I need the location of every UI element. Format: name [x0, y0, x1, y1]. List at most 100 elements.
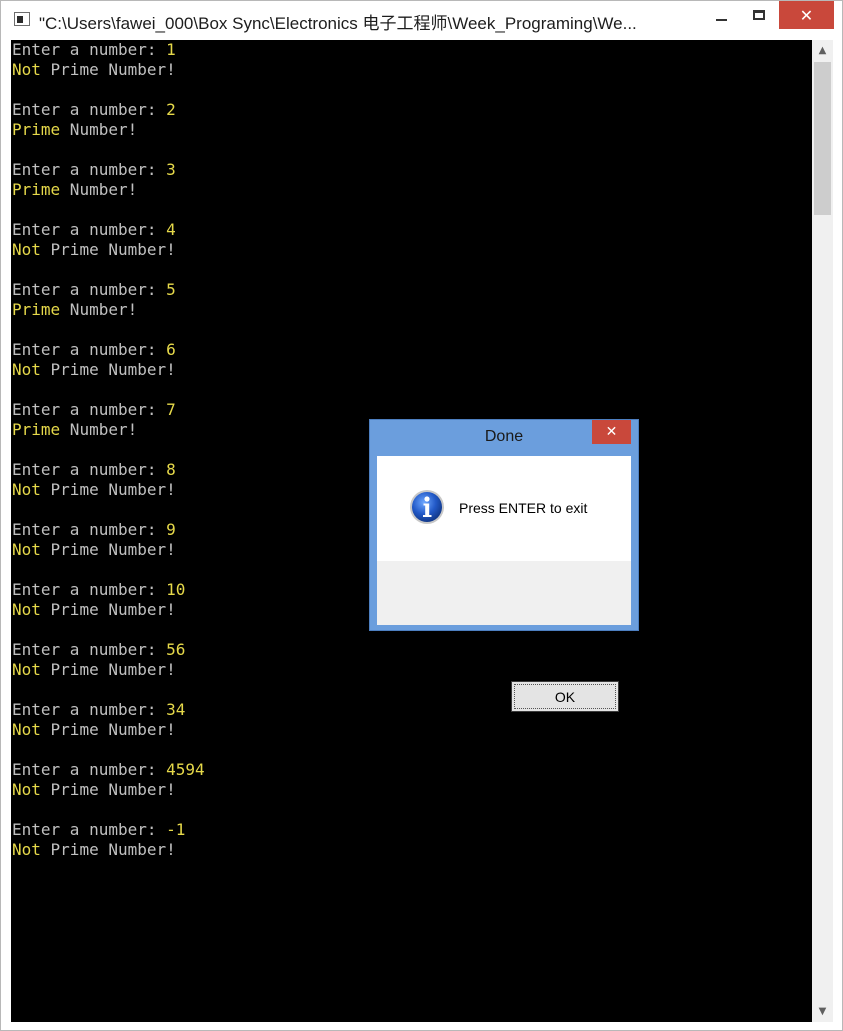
console-text: Enter a number: 1 Not Prime Number! Enter… — [12, 40, 205, 860]
console-text-segment: Prime Number! — [40, 600, 176, 619]
maximize-button[interactable] — [741, 1, 777, 29]
console-line: Enter a number: 10 — [12, 580, 205, 600]
dialog-button-area: OK — [377, 561, 631, 712]
console-line: Enter a number: 1 — [12, 40, 205, 60]
close-button[interactable]: ✕ — [779, 1, 834, 29]
vertical-scrollbar[interactable]: ▲ ▼ — [812, 40, 833, 1022]
console-text-segment: Enter a number: — [12, 640, 167, 659]
console-highlight-text: Not — [12, 540, 41, 559]
console-highlight-text: Not — [12, 60, 41, 79]
console-highlight-text: Not — [12, 480, 41, 499]
console-line: Not Prime Number! — [12, 240, 205, 260]
console-highlight-text: Not — [12, 240, 41, 259]
console-text-segment: Enter a number: — [12, 160, 167, 179]
console-line: Prime Number! — [12, 120, 205, 140]
scroll-down-button[interactable]: ▼ — [812, 1001, 833, 1022]
console-highlight-text: Not — [12, 360, 41, 379]
console-text-segment: Prime Number! — [40, 660, 176, 679]
console-line: Enter a number: 34 — [12, 700, 205, 720]
console-highlight-text: Not — [12, 780, 41, 799]
minimize-button[interactable] — [701, 1, 741, 29]
close-icon: ✕ — [605, 424, 618, 440]
console-text-segment: Enter a number: — [12, 460, 167, 479]
console-text-segment: Enter a number: — [12, 580, 167, 599]
console-highlight-text: 1 — [166, 40, 176, 59]
console-highlight-text: 34 — [166, 700, 186, 719]
minimize-icon — [715, 19, 727, 21]
console-line: Enter a number: 2 — [12, 100, 205, 120]
console-text-segment: Enter a number: — [12, 220, 167, 239]
console-text-segment: Enter a number: — [12, 400, 167, 419]
maximize-icon — [753, 10, 765, 20]
console-text-segment: Prime Number! — [40, 540, 176, 559]
console-line: Enter a number: 4 — [12, 220, 205, 240]
console-highlight-text: 9 — [166, 520, 176, 539]
scroll-up-button[interactable]: ▲ — [812, 40, 833, 61]
title-bar[interactable]: "C:\Users\fawei_000\Box Sync\Electronics… — [1, 1, 842, 39]
console-text-segment: Enter a number: — [12, 700, 167, 719]
console-line: Not Prime Number! — [12, 720, 205, 740]
console-highlight-text: 2 — [166, 100, 176, 119]
console-line: Enter a number: 5 — [12, 280, 205, 300]
console-highlight-text: 5 — [166, 280, 176, 299]
console-app-icon[interactable] — [14, 12, 30, 26]
console-highlight-text: 56 — [166, 640, 186, 659]
dialog-close-button[interactable]: ✕ — [592, 420, 631, 444]
scrollbar-thumb[interactable] — [814, 62, 831, 215]
console-text-segment: Prime Number! — [40, 780, 176, 799]
console-highlight-text: Prime — [12, 120, 61, 139]
console-text-segment: Enter a number: — [12, 820, 167, 839]
console-highlight-text: 3 — [166, 160, 176, 179]
console-line: Not Prime Number! — [12, 540, 205, 560]
window-title: "C:\Users\fawei_000\Box Sync\Electronics… — [39, 14, 637, 33]
console-line: Prime Number! — [12, 300, 205, 320]
dialog-message-area: Press ENTER to exit — [377, 456, 631, 561]
console-line: Enter a number: 6 — [12, 340, 205, 360]
console-line: Not Prime Number! — [12, 360, 205, 380]
console-text-segment: Prime Number! — [40, 360, 176, 379]
console-text-segment: Prime Number! — [40, 840, 176, 859]
ok-button[interactable]: OK — [511, 681, 619, 712]
console-line: Enter a number: 4594 — [12, 760, 205, 780]
console-text-segment: Enter a number: — [12, 40, 167, 59]
console-text-segment: Prime Number! — [40, 60, 176, 79]
console-highlight-text: 4594 — [166, 760, 205, 779]
console-line: Not Prime Number! — [12, 840, 205, 860]
console-line: Enter a number: 7 — [12, 400, 205, 420]
console-line: Enter a number: 8 — [12, 460, 205, 480]
console-highlight-text: Not — [12, 600, 41, 619]
console-line: Prime Number! — [12, 180, 205, 200]
console-text-segment: Number! — [60, 180, 138, 199]
console-line: Prime Number! — [12, 420, 205, 440]
console-text-segment: Prime Number! — [40, 240, 176, 259]
console-text-segment: Number! — [60, 300, 138, 319]
console-line: Enter a number: 9 — [12, 520, 205, 540]
console-line: Not Prime Number! — [12, 60, 205, 80]
close-icon: ✕ — [799, 5, 814, 25]
console-highlight-text: Not — [12, 720, 41, 739]
console-highlight-text: Not — [12, 660, 41, 679]
console-text-segment: Number! — [60, 420, 138, 439]
console-line: Not Prime Number! — [12, 780, 205, 800]
console-text-segment: Enter a number: — [12, 100, 167, 119]
console-text-segment: Prime Number! — [40, 480, 176, 499]
dialog-message: Press ENTER to exit — [459, 500, 588, 516]
console-highlight-text: -1 — [166, 820, 186, 839]
console-highlight-text: Not — [12, 840, 41, 859]
console-highlight-text: Prime — [12, 420, 61, 439]
console-highlight-text: 7 — [166, 400, 176, 419]
console-highlight-text: 10 — [166, 580, 186, 599]
console-text-segment: Number! — [60, 120, 138, 139]
